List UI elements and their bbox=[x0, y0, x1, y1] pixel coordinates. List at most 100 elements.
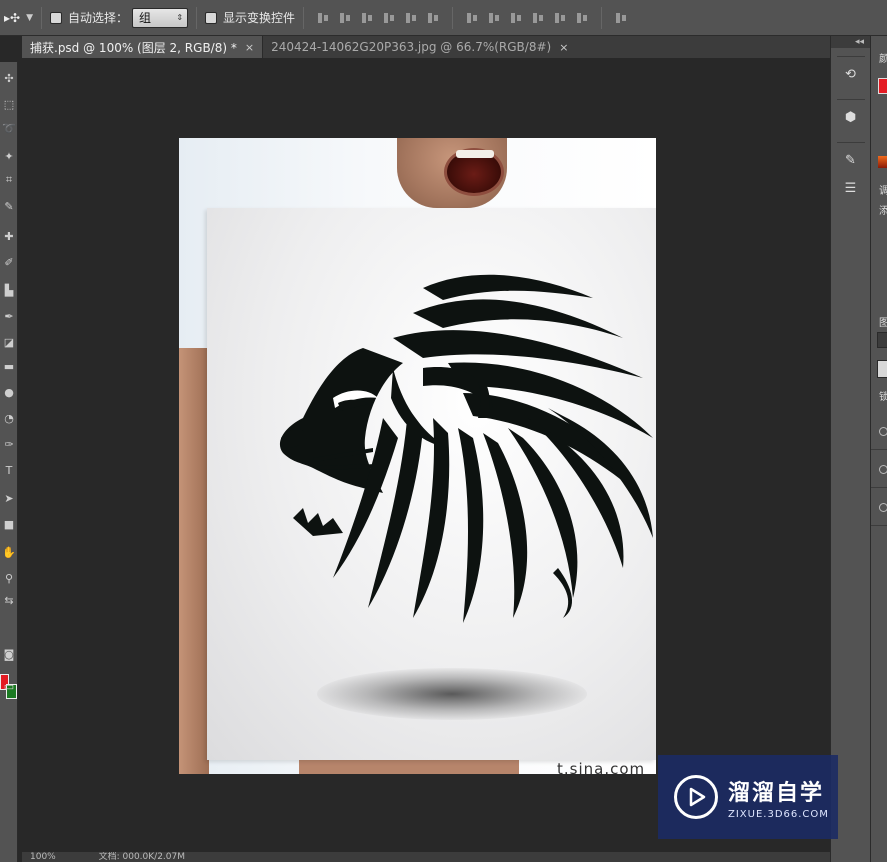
play-logo-icon bbox=[674, 775, 718, 819]
show-transform-checkbox[interactable] bbox=[205, 11, 218, 24]
3d-panel-icon[interactable]: ⬢ bbox=[840, 106, 862, 128]
eraser-tool-icon[interactable]: ◪ bbox=[1, 334, 17, 350]
tools-panel: ✣ ⬚ ➰ ✦ ⌗ ✎ ✚ ✐ ▙ ✒ ◪ ▬ ● ◔ ✑ T ➤ ■ ✋ ⚲ … bbox=[0, 62, 18, 862]
watermark-title: 溜溜自学 bbox=[728, 780, 825, 806]
show-transform-label: 显示变换控件 bbox=[223, 11, 296, 25]
auto-select-label: 自动选择： bbox=[68, 11, 129, 25]
canvas-watermark-text: t.sina.com bbox=[557, 760, 646, 774]
canvas-workspace[interactable]: t.sina.com bbox=[22, 58, 830, 852]
collapse-panels-button[interactable]: ◂◂ bbox=[831, 36, 870, 48]
screen-mode-icon[interactable]: ▭ bbox=[1, 678, 17, 694]
watermark-text-group: 溜溜自学 ZIXUE.3D66.COM bbox=[728, 775, 829, 820]
move-tool-icon: ▸✣ bbox=[4, 10, 21, 25]
type-tool-icon[interactable]: T bbox=[1, 462, 17, 478]
swap-colors-icon[interactable]: ⇆ bbox=[1, 592, 17, 608]
tab-label: 捕获.psd @ 100% (图层 2, RGB/8) * bbox=[30, 40, 237, 55]
distribute-vcenter-icon[interactable] bbox=[487, 11, 501, 25]
layer-kind-filter[interactable] bbox=[877, 332, 887, 348]
separator bbox=[41, 6, 42, 29]
history-brush-tool-icon[interactable]: ✒ bbox=[1, 308, 17, 324]
auto-align-icon[interactable] bbox=[614, 11, 628, 25]
document-info: 文档: 000.0K/2.07M bbox=[98, 852, 186, 862]
magic-wand-tool-icon[interactable]: ✦ bbox=[1, 148, 17, 164]
blend-mode-dropdown[interactable] bbox=[877, 360, 887, 378]
properties-panel-icon[interactable]: ☰ bbox=[840, 177, 862, 199]
crop-tool-icon[interactable]: ⌗ bbox=[1, 172, 17, 188]
adjustments-panel-tab[interactable]: 调 bbox=[879, 182, 887, 197]
separator bbox=[836, 142, 865, 143]
document-canvas[interactable]: t.sina.com bbox=[179, 138, 656, 774]
layer-row[interactable] bbox=[871, 412, 887, 450]
move-tool-icon[interactable]: ✣ bbox=[1, 70, 17, 86]
gradient-tool-icon[interactable]: ▬ bbox=[1, 358, 17, 374]
separator bbox=[303, 6, 305, 29]
distribute-top-icon[interactable] bbox=[465, 11, 479, 25]
rectangle-tool-icon[interactable]: ■ bbox=[1, 516, 17, 532]
watermark-subtitle: ZIXUE.3D66.COM bbox=[728, 808, 829, 820]
eye-icon[interactable] bbox=[879, 503, 887, 512]
photoshop-window: ▸✣ ▼ 自动选择： 组 ⇕ 显示变换控件 捕获.psd @ 100% (图层 … bbox=[0, 0, 887, 862]
zoom-tool-icon[interactable]: ⚲ bbox=[1, 570, 17, 586]
history-panel-icon[interactable]: ⟲ bbox=[840, 63, 862, 85]
photo-torso bbox=[179, 348, 209, 774]
separator bbox=[452, 6, 454, 29]
distribute-bottom-icon[interactable] bbox=[509, 11, 523, 25]
close-icon[interactable]: × bbox=[559, 41, 568, 54]
auto-select-checkbox[interactable] bbox=[50, 11, 62, 24]
brush-panel-icon[interactable]: ✎ bbox=[840, 149, 862, 171]
photo-torso-bottom bbox=[299, 760, 519, 774]
swatch-gradient[interactable] bbox=[878, 156, 887, 168]
collapsed-panel-dock: ◂◂ ⟲ ⬢ ✎ ☰ bbox=[830, 36, 870, 862]
play-icon bbox=[689, 787, 706, 807]
align-right-icon[interactable] bbox=[426, 11, 440, 25]
align-top-icon[interactable] bbox=[316, 11, 330, 25]
status-bar: 100% 文档: 000.0K/2.07M bbox=[22, 852, 830, 862]
foreground-color-swatch[interactable] bbox=[878, 78, 887, 94]
tab-label: 240424-14062G20P363.jpg @ 66.7%(RGB/8#) bbox=[271, 40, 552, 54]
eye-icon[interactable] bbox=[879, 427, 887, 436]
blur-tool-icon[interactable]: ● bbox=[1, 384, 17, 400]
layer-lion-image[interactable] bbox=[207, 208, 656, 760]
path-selection-tool-icon[interactable]: ➤ bbox=[1, 490, 17, 506]
pen-tool-icon[interactable]: ✑ bbox=[1, 436, 17, 452]
eyedropper-tool-icon[interactable]: ✎ bbox=[1, 198, 17, 214]
tab-document-jpg[interactable]: 240424-14062G20P363.jpg @ 66.7%(RGB/8#) … bbox=[262, 36, 577, 58]
photo-teeth bbox=[456, 150, 494, 158]
close-icon[interactable]: × bbox=[245, 41, 254, 54]
lock-label: 锁 bbox=[879, 388, 887, 403]
document-tab-bar: 捕获.psd @ 100% (图层 2, RGB/8) * × 240424-1… bbox=[22, 36, 830, 58]
clone-stamp-tool-icon[interactable]: ▙ bbox=[1, 282, 17, 298]
layer-row[interactable] bbox=[871, 450, 887, 488]
eye-icon[interactable] bbox=[879, 465, 887, 474]
separator bbox=[196, 6, 198, 29]
align-left-icon[interactable] bbox=[382, 11, 396, 25]
tab-document-psd[interactable]: 捕获.psd @ 100% (图层 2, RGB/8) * × bbox=[22, 36, 263, 58]
zoom-level[interactable]: 100% bbox=[30, 852, 56, 862]
separator bbox=[601, 6, 603, 29]
layer-row[interactable] bbox=[871, 488, 887, 526]
align-hcenter-icon[interactable] bbox=[404, 11, 418, 25]
distribute-right-icon[interactable] bbox=[575, 11, 589, 25]
brush-tool-icon[interactable]: ✐ bbox=[1, 254, 17, 270]
distribute-hcenter-icon[interactable] bbox=[553, 11, 567, 25]
auto-select-value: 组 bbox=[139, 11, 152, 25]
options-bar: ▸✣ ▼ 自动选择： 组 ⇕ 显示变换控件 bbox=[0, 0, 887, 36]
auto-select-dropdown[interactable]: 组 ⇕ bbox=[132, 7, 189, 28]
healing-brush-tool-icon[interactable]: ✚ bbox=[1, 228, 17, 244]
align-vcenter-icon[interactable] bbox=[338, 11, 352, 25]
dropdown-arrows-icon: ⇕ bbox=[176, 13, 184, 22]
color-panel-tab[interactable]: 颜 bbox=[879, 50, 887, 65]
distribute-left-icon[interactable] bbox=[531, 11, 545, 25]
layers-panel-tab[interactable]: 图 bbox=[879, 314, 887, 329]
hand-tool-icon[interactable]: ✋ bbox=[1, 544, 17, 560]
marquee-tool-icon[interactable]: ⬚ bbox=[1, 96, 17, 112]
tool-preset-picker[interactable]: ▸✣ ▼ bbox=[4, 11, 33, 25]
quick-mask-icon[interactable]: ◙ bbox=[1, 646, 17, 662]
align-bottom-icon[interactable] bbox=[360, 11, 374, 25]
separator bbox=[836, 56, 865, 57]
lasso-tool-icon[interactable]: ➰ bbox=[1, 120, 17, 136]
site-watermark: 溜溜自学 ZIXUE.3D66.COM bbox=[658, 755, 838, 839]
dodge-tool-icon[interactable]: ◔ bbox=[1, 410, 17, 426]
lion-shadow bbox=[317, 668, 587, 720]
chevron-down-icon: ▼ bbox=[26, 12, 33, 23]
